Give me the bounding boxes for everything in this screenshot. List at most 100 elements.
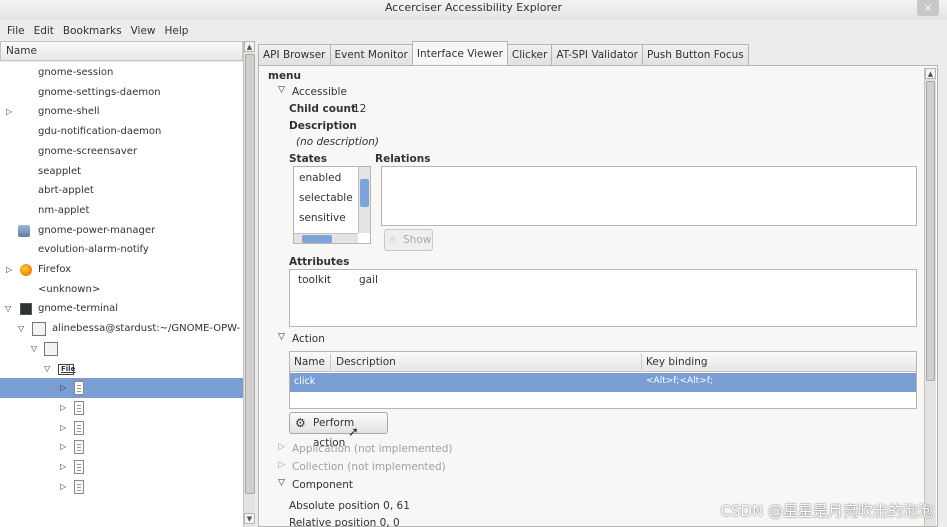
- expander-closed-icon[interactable]: ▷: [60, 477, 66, 497]
- expander-closed-icon[interactable]: ▷: [278, 442, 285, 452]
- tree-row[interactable]: ▷ gnome-shell: [0, 102, 243, 122]
- accessible-section-header[interactable]: Accessible: [292, 86, 347, 98]
- tree-item-label: evolution-alarm-notify: [38, 244, 149, 256]
- expander-closed-icon[interactable]: ▷: [60, 378, 66, 398]
- expander-open-icon[interactable]: ▽: [278, 478, 285, 488]
- expander-open-icon[interactable]: ▽: [18, 319, 24, 339]
- tree-row[interactable]: ▽ File: [0, 359, 243, 379]
- expander-open-icon[interactable]: ▽: [31, 339, 37, 359]
- relations-label: Relations: [375, 153, 431, 165]
- column-description[interactable]: Description: [336, 352, 396, 372]
- tree-row[interactable]: gnome-power-manager: [0, 221, 243, 241]
- frame-icon: [44, 341, 58, 356]
- expander-closed-icon[interactable]: ▷: [60, 457, 66, 477]
- states-scrollbar[interactable]: [358, 167, 370, 233]
- tree-scrollbar[interactable]: ▲ ▼: [243, 41, 255, 527]
- attribute-value: gail: [359, 274, 378, 286]
- tree-item-label: <unknown>: [38, 283, 101, 295]
- states-hscrollbar[interactable]: [294, 233, 358, 243]
- tree-row[interactable]: gdu-notification-daemon: [0, 122, 243, 142]
- tree-row[interactable]: gnome-session: [0, 63, 243, 83]
- viewer-scroll-thumb[interactable]: [926, 81, 935, 381]
- expander-open-icon[interactable]: ▽: [278, 85, 285, 95]
- tree-row[interactable]: ▷: [0, 418, 243, 438]
- column-separator: [330, 354, 331, 370]
- tree-row[interactable]: ▷: [0, 437, 243, 457]
- column-name[interactable]: Name: [294, 352, 325, 372]
- tree-item-label: abrt-applet: [38, 185, 94, 197]
- menu-bar: File Edit Bookmarks View Help: [0, 21, 947, 41]
- show-button[interactable]: ☝ Show: [384, 229, 433, 251]
- scroll-up-icon[interactable]: ▲: [925, 68, 936, 79]
- expander-closed-icon[interactable]: ▷: [60, 437, 66, 457]
- tab-clicker[interactable]: Clicker: [506, 44, 553, 65]
- expander-open-icon[interactable]: ▽: [278, 332, 285, 342]
- tree-row[interactable]: ▽ alinebessa@stardust:~/GNOME-OPW-: [0, 319, 243, 339]
- description-value: (no description): [296, 136, 379, 148]
- expander-open-icon[interactable]: ▽: [44, 359, 50, 379]
- tab-event-monitor[interactable]: Event Monitor: [329, 44, 413, 65]
- document-icon: [74, 400, 84, 415]
- plugin-pane: API Browser Event Monitor Interface View…: [258, 41, 947, 527]
- attributes-label: Attributes: [289, 256, 350, 268]
- relations-list[interactable]: [381, 166, 917, 226]
- tree-row[interactable]: ▷ Firefox: [0, 260, 243, 280]
- menu-help[interactable]: Help: [165, 25, 189, 37]
- perform-action-button[interactable]: ⚙ Perform action: [289, 412, 388, 449]
- document-icon: [74, 440, 84, 455]
- tree-item-label: gnome-terminal: [38, 303, 119, 315]
- scroll-up-icon[interactable]: ▲: [244, 41, 255, 52]
- tree-row[interactable]: ▽ gnome-terminal: [0, 299, 243, 319]
- states-list[interactable]: enabled selectable sensitive showing: [293, 166, 371, 244]
- tree-row[interactable]: nm-applet: [0, 201, 243, 221]
- states-hscroll-thumb[interactable]: [302, 235, 332, 243]
- tree-row[interactable]: gnome-screensaver: [0, 142, 243, 162]
- document-icon: [74, 420, 84, 435]
- collection-section-header[interactable]: Collection (not implemented): [292, 461, 446, 473]
- menu-bookmarks[interactable]: Bookmarks: [63, 25, 122, 37]
- menu-view[interactable]: View: [131, 25, 156, 37]
- tree-item-label: gnome-screensaver: [38, 145, 138, 157]
- tab-push-button-focus[interactable]: Push Button Focus: [641, 44, 749, 65]
- action-section-header[interactable]: Action: [292, 333, 325, 345]
- application-section-header[interactable]: Application (not implemented): [292, 443, 453, 455]
- tab-interface-viewer[interactable]: Interface Viewer: [411, 41, 508, 65]
- tree-column-header[interactable]: Name: [0, 41, 243, 61]
- attributes-list[interactable]: toolkit gail: [289, 269, 917, 327]
- tab-api-browser[interactable]: API Browser: [258, 44, 331, 65]
- tab-at-spi-validator[interactable]: AT-SPI Validator: [551, 44, 643, 65]
- expander-closed-icon[interactable]: ▷: [6, 260, 12, 280]
- states-scroll-thumb[interactable]: [360, 179, 369, 207]
- tree-item-label: Firefox: [38, 264, 72, 275]
- tree-row[interactable]: seapplet: [0, 162, 243, 182]
- document-icon: [74, 381, 84, 396]
- column-key-binding[interactable]: Key binding: [646, 352, 708, 372]
- table-row[interactable]: click <Alt>f;<Alt>f;: [290, 373, 916, 392]
- tree-row[interactable]: ▷: [0, 477, 243, 497]
- menu-edit[interactable]: Edit: [34, 25, 54, 37]
- attribute-key: toolkit: [298, 274, 331, 286]
- scroll-down-icon[interactable]: ▼: [244, 513, 255, 524]
- expander-closed-icon[interactable]: ▷: [6, 102, 12, 122]
- tree-row[interactable]: evolution-alarm-notify: [0, 240, 243, 260]
- tree-row[interactable]: abrt-applet: [0, 181, 243, 201]
- expander-closed-icon[interactable]: ▷: [60, 418, 66, 438]
- child-count-value: 12: [353, 103, 367, 115]
- action-table: Name Description Key binding click <Alt>…: [289, 351, 917, 409]
- tree-row[interactable]: gnome-settings-daemon: [0, 83, 243, 103]
- component-section-header[interactable]: Component: [292, 479, 353, 491]
- states-label: States: [289, 153, 328, 165]
- tree-row[interactable]: ▽: [0, 339, 243, 359]
- tree-scroll-thumb[interactable]: [245, 54, 255, 494]
- tree-row[interactable]: ▷: [0, 457, 243, 477]
- interface-viewer-content: menu ▽ Accessible Child count 12 Descrip…: [258, 65, 938, 527]
- expander-closed-icon[interactable]: ▷: [278, 460, 285, 470]
- menu-file[interactable]: File: [7, 25, 25, 37]
- tree-row[interactable]: ▷: [0, 378, 243, 399]
- expander-open-icon[interactable]: ▽: [5, 299, 11, 319]
- viewer-scrollbar[interactable]: ▲: [924, 68, 936, 526]
- close-icon[interactable]: ×: [917, 0, 939, 16]
- tree-row[interactable]: ▷: [0, 398, 243, 418]
- tree-row[interactable]: <unknown>: [0, 280, 243, 300]
- expander-closed-icon[interactable]: ▷: [60, 398, 66, 418]
